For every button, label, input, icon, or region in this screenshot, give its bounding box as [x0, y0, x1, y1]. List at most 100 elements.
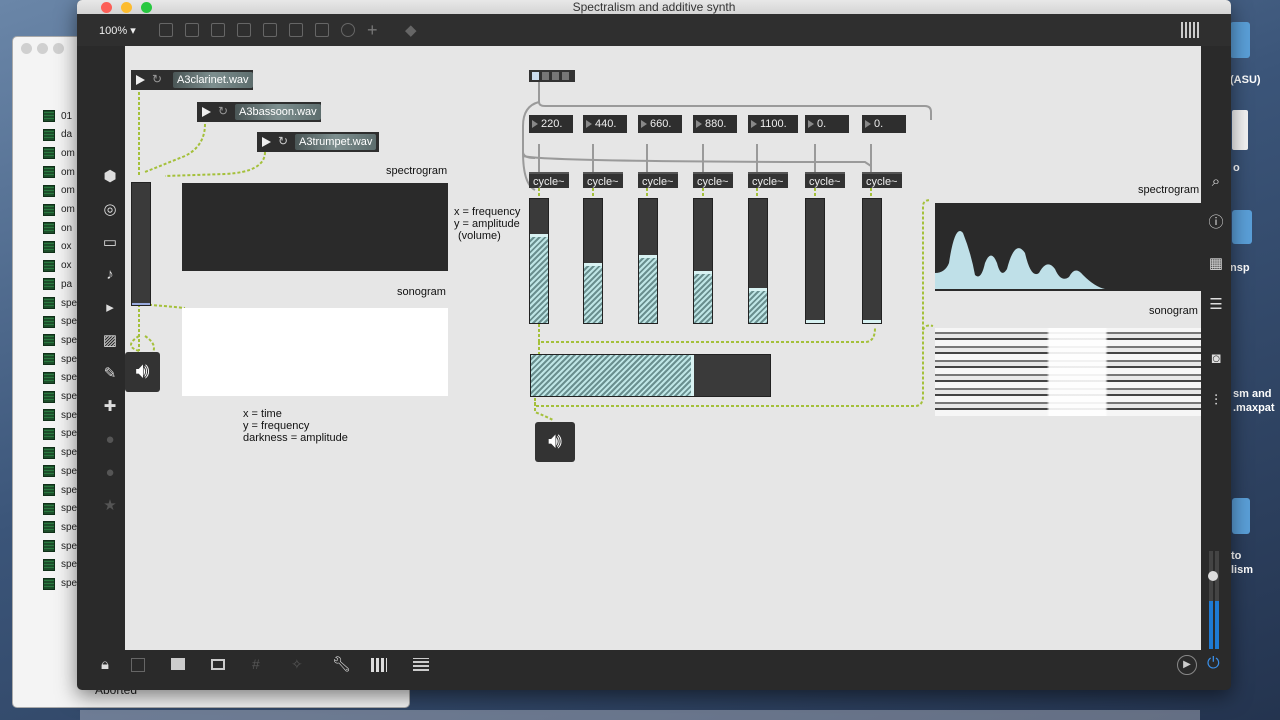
main-ezdac-speaker-icon[interactable]: 🔊︎ — [535, 422, 575, 462]
image-icon[interactable]: ▨ — [101, 332, 119, 350]
attachment-icon[interactable]: ✎ — [101, 365, 119, 383]
patch-canvas[interactable]: ↻ A3clarinet.wav ↻ A3bassoon.wav ↻ A3tru… — [125, 46, 1201, 650]
preset-slot[interactable] — [542, 72, 549, 80]
oscillator-gain-slider[interactable] — [748, 198, 768, 324]
spectrogram-right-display[interactable] — [935, 203, 1201, 291]
file-list-item[interactable]: on — [43, 219, 72, 237]
cycle-oscillator-object[interactable]: cycle~ — [638, 172, 678, 188]
master-gain-slider[interactable] — [530, 354, 771, 397]
toggle-icon[interactable] — [289, 23, 303, 37]
oscillator-gain-slider[interactable] — [638, 198, 658, 324]
cycle-oscillator-object[interactable]: cycle~ — [862, 172, 902, 188]
film-icon[interactable]: ▭ — [101, 234, 119, 252]
cube-icon[interactable]: ⬢ — [101, 168, 119, 186]
lock-icon[interactable]: 🔒︎ — [101, 656, 109, 673]
frequency-number-box[interactable]: 1100. — [748, 115, 798, 133]
sequencer-icon[interactable]: ▸ — [101, 299, 119, 317]
file-list-item[interactable]: om — [43, 182, 75, 200]
sonogram-right-display[interactable] — [935, 328, 1201, 416]
play-icon[interactable] — [262, 137, 271, 147]
file-list-item[interactable]: om — [43, 201, 75, 219]
file-list-item[interactable]: spe — [43, 369, 77, 387]
oscillator-gain-slider[interactable] — [583, 198, 603, 324]
file-list-item[interactable]: spe — [43, 388, 77, 406]
preset-slot[interactable] — [562, 72, 569, 80]
zoom-menu[interactable]: 100% ▾ — [99, 24, 136, 37]
desktop-document-icon[interactable] — [1232, 110, 1248, 150]
list-icon[interactable]: ☰ — [1207, 296, 1225, 314]
frequency-number-box[interactable]: 0. — [862, 115, 906, 133]
file-list-item[interactable]: pa — [43, 275, 72, 293]
loop-icon[interactable]: ↻ — [218, 104, 228, 118]
keyboard-icon[interactable] — [413, 658, 429, 671]
music-note-icon[interactable]: ♪ — [101, 266, 119, 284]
transport-play-icon[interactable]: ▶ — [1177, 655, 1197, 675]
desktop-folder-icon[interactable] — [1232, 498, 1250, 534]
loop-icon[interactable]: ↻ — [152, 72, 162, 86]
frequency-number-box[interactable]: 880. — [693, 115, 737, 133]
file-list-item[interactable]: om — [43, 144, 75, 162]
file-list-item[interactable]: spe — [43, 294, 77, 312]
slider-icon[interactable] — [315, 23, 329, 37]
play-icon[interactable] — [136, 75, 145, 85]
desktop-folder-icon[interactable] — [1232, 210, 1252, 244]
comment-icon[interactable] — [211, 23, 225, 37]
new-object-icon[interactable] — [159, 23, 173, 37]
wrench-icon[interactable]: 🔧︎ — [332, 655, 351, 673]
file-list-item[interactable]: spe — [43, 350, 77, 368]
message-icon[interactable] — [185, 23, 199, 37]
close-dot[interactable] — [21, 43, 32, 54]
info-icon[interactable]: ⓘ — [1207, 214, 1225, 232]
file-list-item[interactable]: spe — [43, 313, 77, 331]
spectrogram-display[interactable] — [182, 183, 448, 271]
cycle-oscillator-object[interactable]: cycle~ — [693, 172, 733, 188]
file-list-item[interactable]: spe — [43, 481, 77, 499]
file-list-item[interactable]: spe — [43, 425, 77, 443]
beap-icon[interactable]: ● — [101, 464, 119, 482]
file-list-item[interactable]: spe — [43, 331, 77, 349]
file-list-item[interactable]: spe — [43, 406, 77, 424]
close-box-icon[interactable] — [237, 23, 251, 37]
file-list-item[interactable]: spe — [43, 444, 77, 462]
file-list-item[interactable]: 01 — [43, 107, 72, 125]
button-icon[interactable] — [263, 23, 277, 37]
add-icon[interactable]: + — [367, 20, 378, 41]
frequency-number-box[interactable]: 220. — [529, 115, 573, 133]
search-icon[interactable]: ⌕ — [1207, 173, 1225, 191]
plugin-icon[interactable]: ✚ — [101, 398, 119, 416]
mixer-icon[interactable]: ⫶ — [1207, 392, 1225, 410]
file-list-item[interactable]: ox — [43, 238, 72, 256]
output-volume-knob[interactable] — [1208, 571, 1218, 581]
debug-icon[interactable]: ✧ — [291, 656, 303, 673]
reference-icon[interactable]: ▦ — [1207, 255, 1225, 273]
dsp-power-icon[interactable]: ⏻ — [1207, 655, 1220, 673]
file-list-item[interactable]: spe — [43, 462, 77, 480]
cycle-oscillator-object[interactable]: cycle~ — [583, 172, 623, 188]
grid-snap-icon[interactable]: # — [252, 656, 260, 672]
sfplay-clarinet[interactable]: ↻ A3clarinet.wav — [131, 70, 253, 90]
preset-slot[interactable] — [552, 72, 559, 80]
file-list-item[interactable]: da — [43, 126, 72, 144]
file-list-item[interactable]: ox — [43, 257, 72, 275]
file-list-item[interactable]: spe — [43, 518, 77, 536]
desktop-folder-icon[interactable] — [1230, 22, 1250, 58]
camera-icon[interactable]: ◙ — [1207, 350, 1225, 368]
file-list-item[interactable]: om — [43, 163, 75, 181]
frequency-number-box[interactable]: 440. — [583, 115, 627, 133]
sfplay-bassoon[interactable]: ↻ A3bassoon.wav — [197, 102, 321, 122]
frequency-number-box[interactable]: 0. — [805, 115, 849, 133]
dial-icon[interactable] — [341, 23, 355, 37]
preset-slot[interactable] — [532, 72, 539, 80]
minimize-dot[interactable] — [37, 43, 48, 54]
star-icon[interactable]: ★ — [101, 497, 119, 515]
windows-icon[interactable] — [211, 659, 225, 670]
paint-icon[interactable]: ◆ — [405, 21, 417, 39]
left-ezdac-speaker-icon[interactable]: 🔊︎ — [125, 352, 160, 392]
oscillator-gain-slider[interactable] — [862, 198, 882, 324]
play-icon[interactable] — [202, 107, 211, 117]
zoom-dot[interactable] — [53, 43, 64, 54]
vizzie-icon[interactable]: ● — [101, 431, 119, 449]
oscillator-gain-slider[interactable] — [805, 198, 825, 324]
file-list-item[interactable]: spe — [43, 537, 77, 555]
target-icon[interactable]: ◎ — [101, 201, 119, 219]
